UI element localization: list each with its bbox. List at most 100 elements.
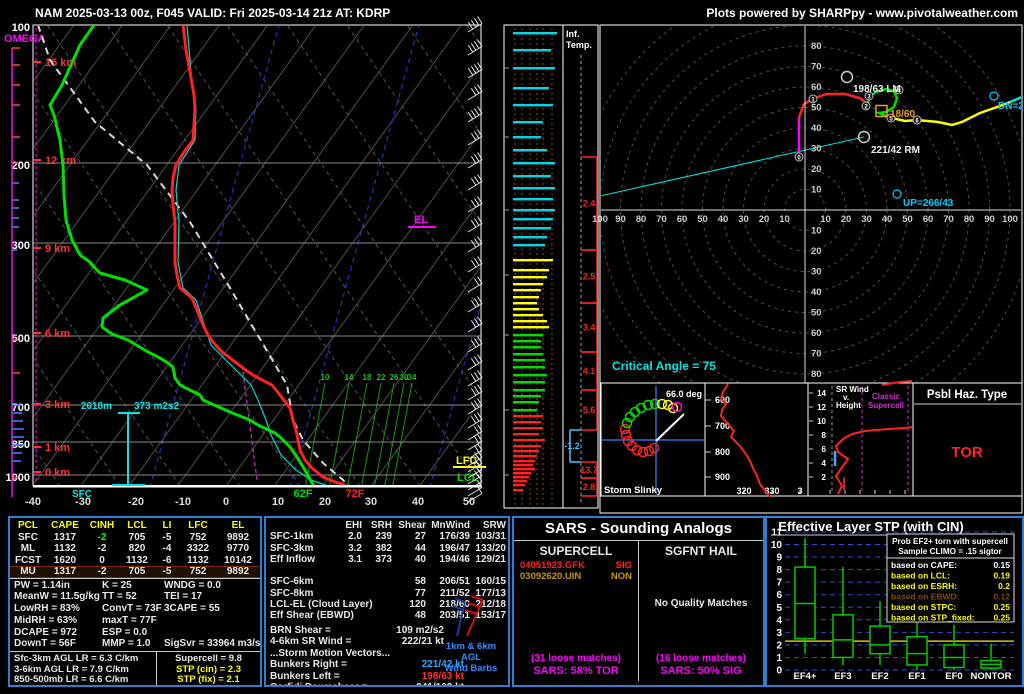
svg-text:50: 50 bbox=[463, 496, 475, 508]
svg-text:10: 10 bbox=[817, 417, 826, 426]
svg-text:Sample CLIMO = .15 sigtor: Sample CLIMO = .15 sigtor bbox=[898, 547, 1002, 556]
svg-text:based on STP_fixed:: based on STP_fixed: bbox=[891, 613, 975, 623]
moisture-bar bbox=[513, 480, 527, 483]
sm-label: Bunkers Right = bbox=[270, 659, 347, 671]
kin-cell bbox=[340, 610, 364, 621]
sars-match-row[interactable]: 03092620.UIN NON bbox=[514, 571, 638, 582]
svg-text:4: 4 bbox=[822, 459, 827, 468]
sars-match-flag: NON bbox=[610, 571, 632, 582]
svg-text:10: 10 bbox=[811, 185, 822, 196]
svg-text:based on ESRH:: based on ESRH: bbox=[891, 581, 957, 591]
kin-cell: 196/47 bbox=[439, 542, 470, 554]
svg-text:26: 26 bbox=[390, 373, 399, 382]
svg-text:40: 40 bbox=[811, 287, 822, 298]
moisture-bar bbox=[513, 489, 523, 492]
kin-cell: SFC-1km bbox=[270, 531, 314, 543]
svg-text:0.25: 0.25 bbox=[993, 602, 1010, 612]
parcel-cell: 10142 bbox=[224, 554, 252, 566]
svg-text:1: 1 bbox=[776, 653, 782, 664]
parcel-cell: 820 bbox=[128, 543, 146, 554]
moisture-bar bbox=[513, 269, 549, 272]
svg-text:66.0 deg: 66.0 deg bbox=[666, 389, 702, 399]
svg-text:2618m: 2618m bbox=[81, 401, 112, 412]
kin-cell: LCL-EL (Cloud Layer) bbox=[270, 599, 373, 611]
wind-barb-icon bbox=[467, 412, 483, 429]
svg-text:80: 80 bbox=[811, 369, 822, 380]
sars-hail-prob: SARS: 50% SIG bbox=[660, 665, 742, 677]
svg-text:0.19: 0.19 bbox=[993, 571, 1010, 581]
kin-col-header: MnWind bbox=[431, 520, 470, 531]
svg-text:60: 60 bbox=[811, 328, 822, 339]
thermo-panel: PCL CAPE CINH LCL LI LFC EL SFC 1317 -2 705 -5 752 98… bbox=[8, 516, 262, 687]
kin-cell: 133/20 bbox=[475, 542, 506, 554]
svg-text:62F: 62F bbox=[294, 488, 313, 500]
kin-cell: 27 bbox=[414, 531, 426, 543]
parcel-col-header: CINH bbox=[89, 520, 115, 531]
parcel-cell: 9892 bbox=[226, 531, 250, 543]
thermo-index: DCAPE = 972 bbox=[14, 626, 78, 638]
theta-w-trace bbox=[242, 371, 258, 481]
moisture-bar bbox=[513, 476, 529, 479]
thermo-index: SigSvr = 33964 m3/s3 bbox=[164, 638, 262, 650]
svg-text:80: 80 bbox=[811, 41, 822, 52]
svg-text:based on CAPE:: based on CAPE: bbox=[891, 560, 957, 570]
moisture-bar bbox=[513, 340, 541, 343]
svg-text:60: 60 bbox=[677, 214, 688, 225]
sars-match-list: 04051923.GFK SIG 03092620.UIN NON bbox=[514, 560, 638, 582]
moisture-bar bbox=[513, 259, 553, 262]
svg-text:20: 20 bbox=[759, 214, 770, 225]
svg-text:Inf.: Inf. bbox=[566, 29, 580, 39]
svg-text:18/60: 18/60 bbox=[890, 109, 915, 120]
wind-barb-icon bbox=[467, 236, 483, 253]
kin-cell: 48 bbox=[414, 610, 426, 622]
svg-text:Psbl Haz. Type: Psbl Haz. Type bbox=[927, 389, 1007, 401]
svg-text:30: 30 bbox=[365, 496, 377, 508]
kin-label: 4-6km SR Wind = bbox=[270, 636, 352, 648]
moisture-bar bbox=[513, 450, 539, 453]
kin-cell: 120 bbox=[409, 599, 426, 611]
svg-text:6: 6 bbox=[776, 590, 782, 601]
kin-cell: 160/15 bbox=[475, 576, 506, 588]
sars-match-flag: SIG bbox=[615, 560, 632, 571]
moisture-bar bbox=[513, 353, 543, 356]
svg-text:2: 2 bbox=[822, 473, 827, 482]
thermo-index: MeanW = 11.5g/kg bbox=[14, 591, 100, 603]
svg-text:-1.2: -1.2 bbox=[564, 441, 580, 451]
parcel-col-header: PCL bbox=[18, 520, 38, 531]
moisture-bar bbox=[513, 67, 555, 70]
windbarb-icon bbox=[452, 595, 484, 637]
sars-supercell-header: SUPERCELL bbox=[539, 544, 613, 558]
moisture-bar bbox=[513, 389, 545, 392]
moisture-bar bbox=[513, 121, 543, 124]
svg-text:Prob EF2+ torn with supercell: Prob EF2+ torn with supercell bbox=[892, 537, 1008, 546]
kin-gap bbox=[394, 565, 428, 576]
moisture-bar bbox=[513, 326, 549, 329]
thermo-index: PW = 1.14in bbox=[14, 579, 70, 591]
moisture-bar bbox=[513, 175, 551, 178]
svg-text:900: 900 bbox=[715, 472, 730, 482]
kin-label: BRN Shear = bbox=[270, 624, 331, 636]
svg-text:3: 3 bbox=[797, 486, 802, 496]
svg-text:13.7: 13.7 bbox=[580, 465, 598, 475]
sars-match-row[interactable]: 04051923.GFK SIG bbox=[514, 560, 638, 571]
parcel-cell: 752 bbox=[180, 566, 216, 578]
thermo-index: WNDG = 0.0 bbox=[164, 579, 221, 591]
parcel-cell: 705 bbox=[128, 531, 146, 543]
moisture-bar bbox=[513, 283, 543, 286]
moisture-bar bbox=[513, 433, 539, 436]
svg-text:18: 18 bbox=[363, 373, 372, 382]
svg-text:8: 8 bbox=[822, 431, 827, 440]
parcel-cell: 1317 bbox=[46, 566, 84, 578]
kin-cell: 58 bbox=[414, 576, 426, 588]
svg-text:40: 40 bbox=[882, 214, 893, 225]
kin-col-header: SRW bbox=[482, 520, 506, 531]
svg-text:10: 10 bbox=[820, 214, 831, 225]
kin-value: 222/21 kt bbox=[401, 636, 444, 648]
inferred-temp-advection-panel: Inf.Temp. 2.4 2.5 3.4 4.1 5.6 -1.2 13.7 2.8 bbox=[562, 24, 599, 509]
moisture-bar bbox=[513, 374, 547, 377]
moisture-bar bbox=[513, 415, 543, 418]
moisture-bar bbox=[513, 32, 557, 35]
svg-text:20: 20 bbox=[319, 496, 331, 508]
sars-hail-header: SGFNT HAIL bbox=[665, 544, 737, 558]
svg-text:50: 50 bbox=[902, 214, 913, 225]
